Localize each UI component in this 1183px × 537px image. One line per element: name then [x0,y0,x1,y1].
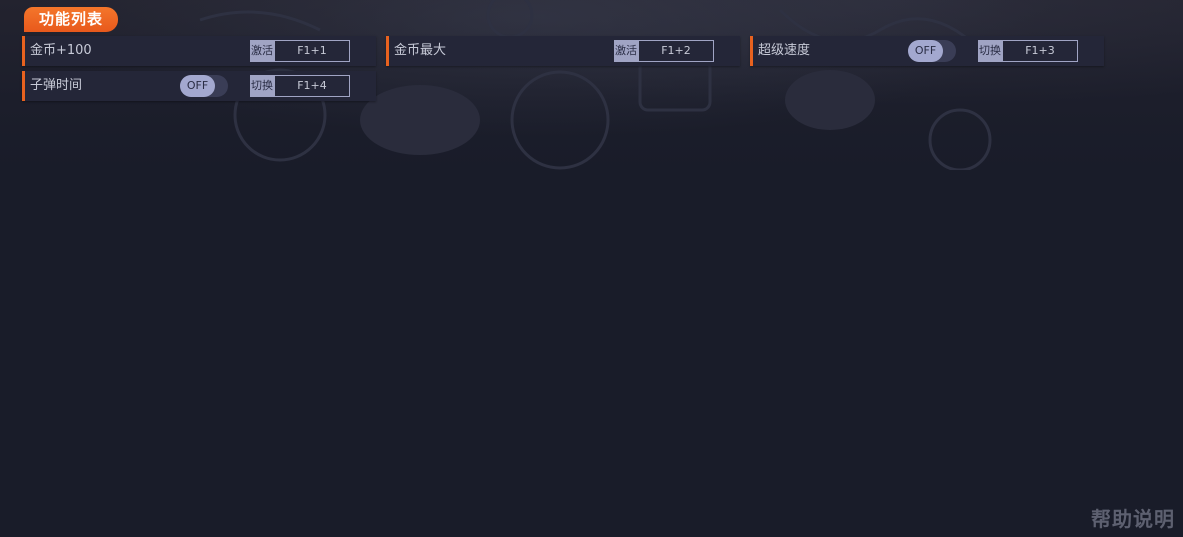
activate-button[interactable]: 激活 [250,40,274,62]
toggle-state: OFF [180,75,215,97]
bullet-time-toggle[interactable]: OFF [180,75,228,97]
hotkey-control[interactable]: 激活 F1+2 [614,40,714,62]
feature-label: 金币最大 [394,43,447,58]
help-link[interactable]: 帮助说明 [1091,503,1175,532]
toggle-button[interactable]: 切换 [978,40,1002,62]
toggle-state: OFF [908,40,943,62]
hotkey-control[interactable]: 激活 F1+1 [250,40,350,62]
feature-list-title: 功能列表 [24,7,119,32]
hotkey-control[interactable]: 切换 F1+3 [978,40,1078,62]
feature-row-gold-100: 金币+100 激活 F1+1 [22,36,376,66]
feature-row-bullet-time: 子弹时间 OFF 切换 F1+4 [22,71,376,101]
toggle-button[interactable]: 切换 [250,75,274,97]
feature-row-gold-max: 金币最大 激活 F1+2 [386,36,740,66]
feature-label: 超级速度 [758,43,811,58]
feature-row-super-speed: 超级速度 OFF 切换 F1+3 [750,36,1104,66]
hotkey-field[interactable]: F1+2 [638,40,714,62]
feature-label: 子弹时间 [30,78,83,93]
hotkey-field[interactable]: F1+1 [274,40,350,62]
super-speed-toggle[interactable]: OFF [908,40,956,62]
activate-button[interactable]: 激活 [614,40,638,62]
hotkey-field[interactable]: F1+4 [274,75,350,97]
hotkey-field[interactable]: F1+3 [1002,40,1078,62]
feature-label: 金币+100 [30,43,92,58]
hotkey-control[interactable]: 切换 F1+4 [250,75,350,97]
